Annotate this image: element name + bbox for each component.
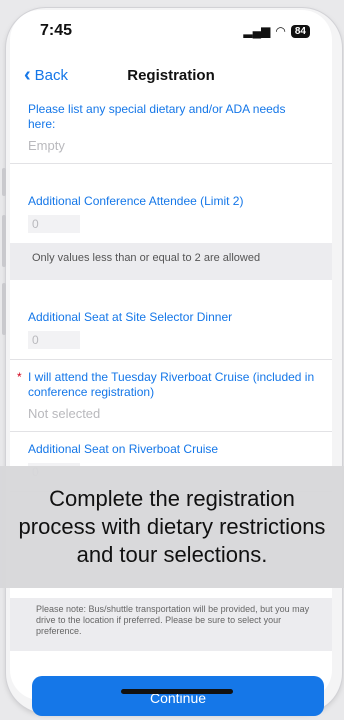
dinner-field[interactable]: Additional Seat at Site Selector Dinner …	[10, 300, 332, 360]
spacer	[10, 164, 332, 184]
side-button	[2, 283, 6, 335]
caption-line-3: and tour selections.	[76, 542, 268, 567]
caption-line-1: Complete the registration	[49, 486, 295, 511]
status-time: 7:45	[40, 22, 73, 39]
attendee-hint: Only values less than or equal to 2 are …	[10, 243, 332, 280]
cruise-label: I will attend the Tuesday Riverboat Crui…	[28, 370, 315, 399]
attendee-label: Additional Conference Attendee (Limit 2)	[28, 194, 244, 208]
dietary-field[interactable]: Please list any special dietary and/or A…	[10, 92, 332, 164]
spacer	[10, 280, 332, 300]
battery-icon: 84	[290, 24, 310, 38]
cruise-seat-label: Additional Seat on Riverboat Cruise	[28, 442, 219, 456]
dinner-label: Additional Seat at Site Selector Dinner	[28, 310, 233, 324]
caption-line-2: process with dietary restrictions	[18, 514, 326, 539]
home-indicator	[121, 689, 233, 694]
page-title: Registration	[127, 66, 215, 84]
back-label: Back	[34, 66, 69, 84]
side-button	[2, 215, 6, 267]
signal-icon: ▂▄▆	[243, 24, 271, 38]
status-bar: 7:45 ▂▄▆ ◠ 84	[10, 10, 332, 52]
dietary-label: Please list any special dietary and/or A…	[28, 102, 286, 131]
side-button	[2, 168, 6, 196]
cruise-field[interactable]: * I will attend the Tuesday Riverboat Cr…	[10, 360, 332, 432]
required-mark: *	[17, 370, 22, 384]
back-button[interactable]: ‹ Back	[24, 65, 68, 85]
continue-button[interactable]: Continue	[32, 676, 324, 716]
nav-bar: ‹ Back Registration	[10, 58, 332, 92]
wifi-icon: ◠	[275, 24, 286, 38]
transport-note: Please note: Bus/shuttle transportation …	[10, 598, 332, 651]
phone-screen: 7:45 ▂▄▆ ◠ 84 ‹ Back Registration Please…	[10, 10, 332, 700]
attendee-field[interactable]: Additional Conference Attendee (Limit 2)…	[10, 184, 332, 243]
cruise-value[interactable]: Not selected	[28, 406, 316, 421]
registration-form: Please list any special dietary and/or A…	[10, 92, 332, 492]
chevron-left-icon: ‹	[24, 64, 31, 86]
dinner-input[interactable]: 0	[28, 331, 80, 349]
attendee-input[interactable]: 0	[28, 215, 80, 233]
status-icons: ▂▄▆ ◠ 84	[243, 24, 310, 38]
dietary-value[interactable]: Empty	[28, 138, 316, 153]
caption-overlay: Complete the registration process with d…	[0, 466, 344, 588]
